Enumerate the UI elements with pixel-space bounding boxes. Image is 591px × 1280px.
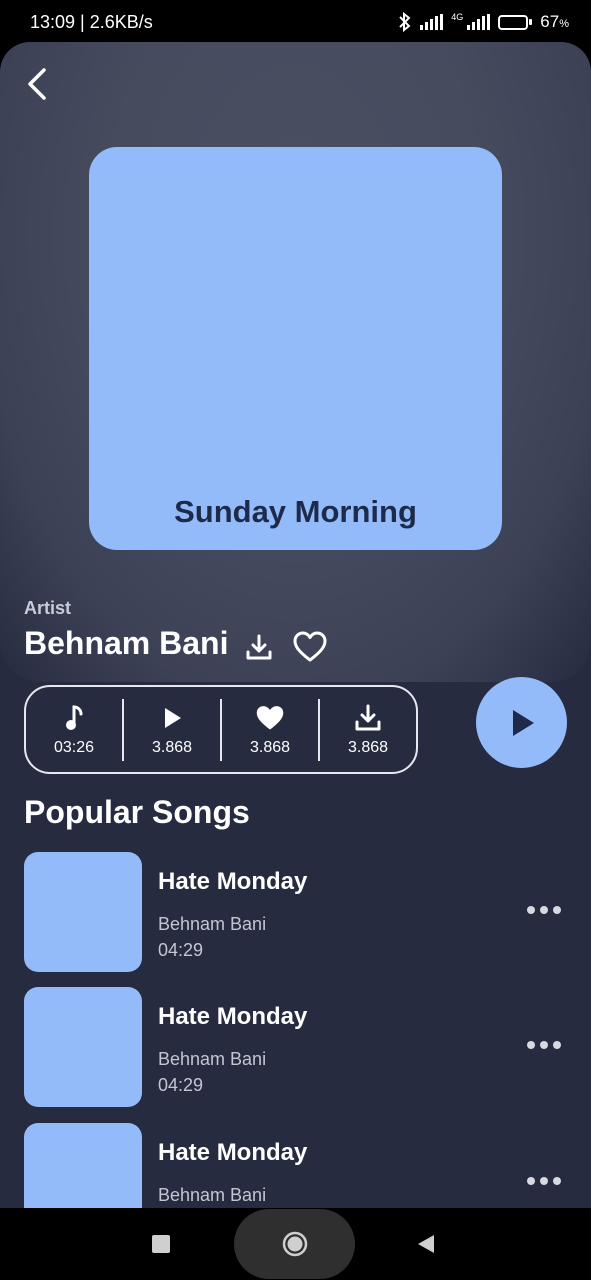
more-options-button[interactable]	[527, 1173, 561, 1189]
song-thumbnail	[24, 1123, 142, 1208]
cover-title: Sunday Morning	[174, 494, 417, 529]
chevron-left-icon	[28, 68, 46, 100]
signal-icon-2	[467, 14, 491, 30]
stat-downloads: 3.868	[320, 687, 416, 772]
more-options-button[interactable]	[527, 1037, 561, 1053]
recent-apps-button[interactable]	[152, 1235, 170, 1253]
stat-plays-value: 3.868	[151, 738, 193, 756]
heart-outline-icon	[293, 631, 327, 662]
song-title: Hate Monday	[158, 868, 308, 895]
heart-filled-icon	[256, 705, 284, 729]
stat-likes: 3.868	[222, 687, 318, 772]
section-title-popular-songs: Popular Songs	[24, 794, 250, 830]
play-icon	[165, 707, 181, 728]
like-button[interactable]	[292, 630, 328, 664]
download-icon	[355, 704, 381, 730]
stats-bar: 03:26 3.868 3.868 3.868	[24, 685, 418, 774]
song-thumbnail	[24, 987, 142, 1107]
triangle-left-icon	[418, 1235, 434, 1253]
more-horizontal-icon	[527, 906, 535, 914]
battery-percent: 67%	[540, 12, 569, 31]
stat-downloads-value: 3.868	[347, 738, 389, 756]
stat-plays: 3.868	[124, 687, 220, 772]
song-artist: Behnam Bani	[158, 914, 267, 934]
music-note-icon	[66, 704, 83, 730]
song-title: Hate Monday	[158, 1003, 308, 1030]
home-button[interactable]	[234, 1209, 355, 1279]
play-icon	[512, 709, 534, 736]
more-horizontal-icon	[527, 1177, 535, 1185]
song-list-item[interactable]: Hate Monday Behnam Bani	[24, 1123, 567, 1208]
song-list-item[interactable]: Hate Monday Behnam Bani 04:29	[24, 852, 567, 973]
back-button[interactable]	[22, 66, 52, 102]
song-list-item[interactable]: Hate Monday Behnam Bani 04:29	[24, 987, 567, 1108]
song-title: Hate Monday	[158, 1139, 308, 1166]
stat-likes-value: 3.868	[249, 738, 291, 756]
play-button[interactable]	[476, 677, 567, 768]
battery-icon	[498, 14, 533, 30]
status-time-speed: 13:09 | 2.6KB/s	[30, 11, 153, 32]
artist-name: Behnam Bani	[24, 625, 229, 661]
stat-duration-value: 03:26	[53, 738, 95, 756]
home-circle-icon	[282, 1231, 307, 1257]
song-artist: Behnam Bani	[158, 1185, 267, 1205]
status-bar: 13:09 | 2.6KB/s 4G 67%	[0, 0, 591, 44]
status-icons: 4G 67%	[398, 12, 569, 32]
network-type: 4G	[451, 12, 464, 22]
app-screen: Sunday Morning Artist Behnam Bani 03:26 …	[0, 42, 591, 1208]
download-icon	[246, 634, 272, 660]
system-back-button[interactable]	[416, 1233, 436, 1255]
signal-icon	[420, 14, 444, 30]
more-horizontal-icon	[527, 1041, 535, 1049]
song-thumbnail	[24, 852, 142, 972]
more-options-button[interactable]	[527, 902, 561, 918]
system-navigation-bar	[0, 1208, 591, 1280]
album-cover: Sunday Morning	[89, 147, 502, 550]
song-duration: 04:29	[158, 940, 204, 960]
song-duration: 04:29	[158, 1075, 204, 1095]
song-artist: Behnam Bani	[158, 1049, 267, 1069]
download-button[interactable]	[244, 632, 274, 662]
bluetooth-icon	[399, 12, 411, 32]
artist-label: Artist	[24, 598, 72, 618]
stat-duration: 03:26	[26, 687, 122, 772]
